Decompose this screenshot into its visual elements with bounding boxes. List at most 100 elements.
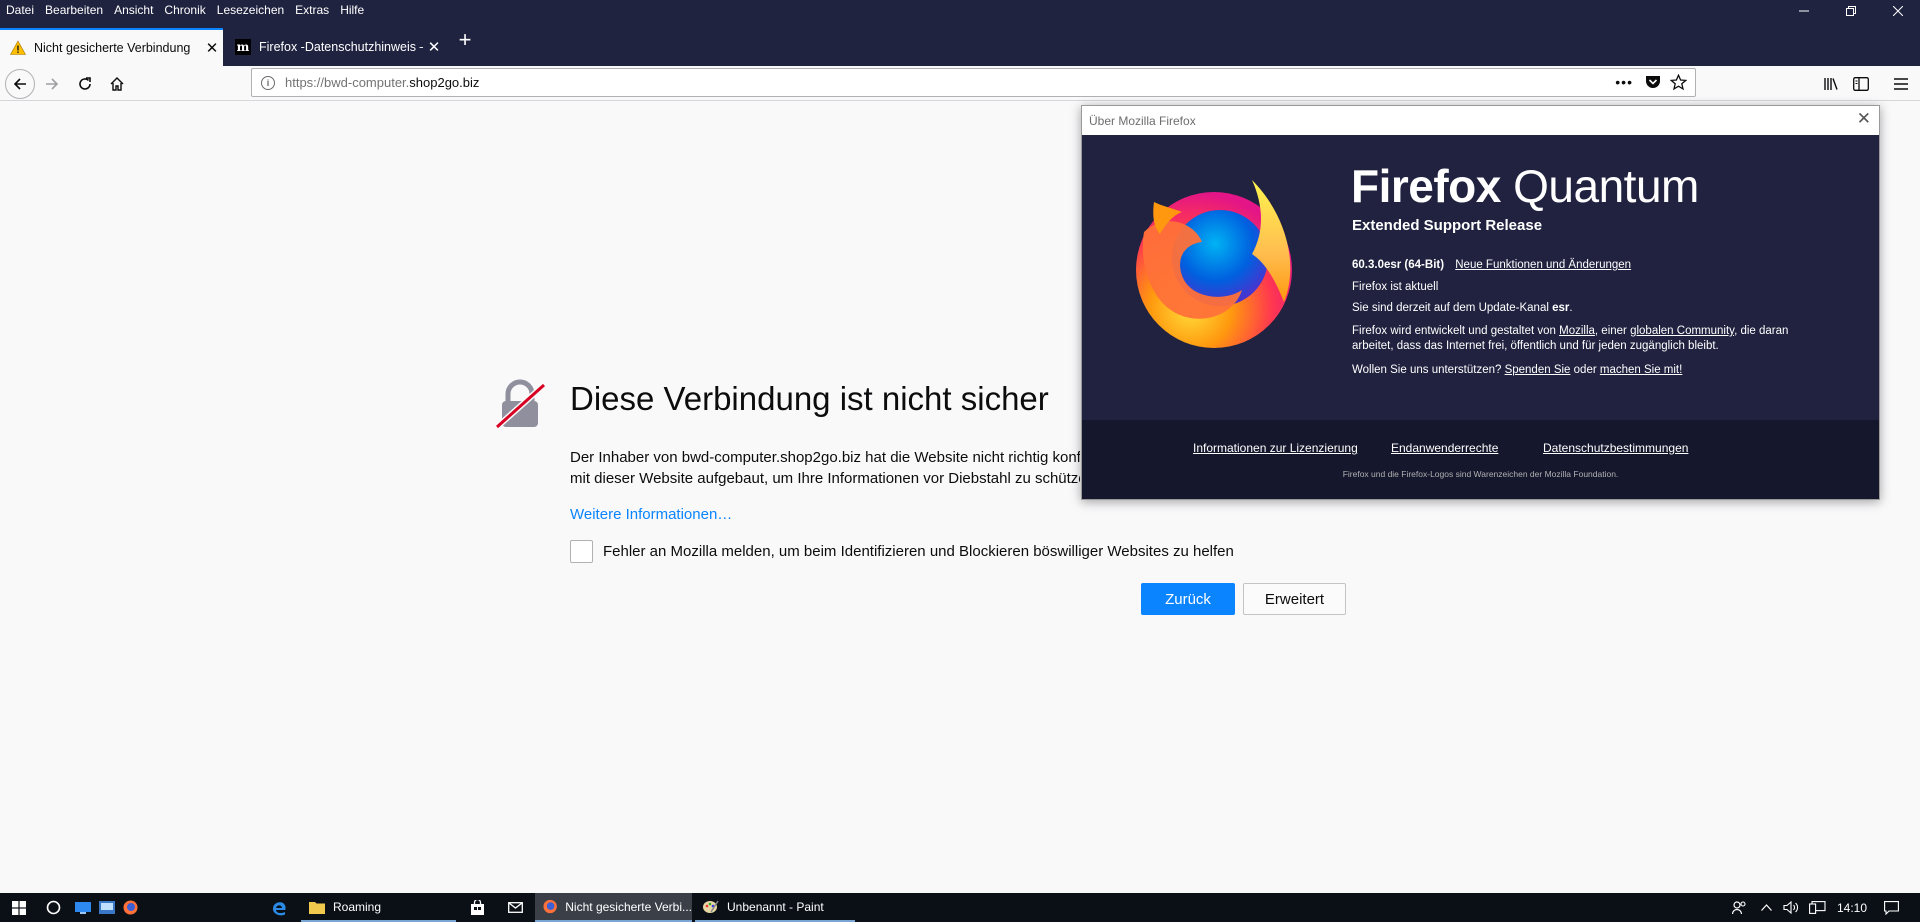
dialog-close-icon[interactable]: ✕	[1857, 109, 1871, 129]
speaker-icon	[1783, 901, 1798, 914]
forward-button[interactable]	[38, 70, 66, 98]
home-button[interactable]	[103, 70, 131, 98]
error-title: Diese Verbindung ist nicht sicher	[570, 380, 1049, 417]
report-checkbox[interactable]	[570, 540, 593, 563]
tab-close-icon[interactable]: ✕	[201, 39, 223, 57]
reload-icon	[79, 77, 91, 90]
menu-ansicht[interactable]: Ansicht	[114, 3, 153, 17]
folder-icon	[309, 901, 325, 914]
control-panel-pinned[interactable]	[96, 893, 118, 922]
trademark-notice: Firefox und die Firefox-Logos sind Waren…	[1342, 469, 1619, 479]
close-window-button[interactable]	[1875, 0, 1920, 22]
plus-icon: +	[458, 27, 472, 52]
shopping-bag-icon	[470, 900, 484, 915]
back-button[interactable]	[5, 69, 35, 99]
menu-bearbeiten[interactable]: Bearbeiten	[45, 3, 103, 17]
community-line-2: arbeitet, dass das Internet frei, öffent…	[1352, 340, 1719, 352]
mozilla-link[interactable]: Mozilla	[1559, 325, 1595, 337]
privacy-policy-link[interactable]: Datenschutzbestimmungen	[1543, 441, 1688, 455]
taskview-pinned[interactable]	[72, 893, 94, 922]
cortana-button[interactable]	[40, 893, 66, 922]
dialog-titlebar[interactable]: Über Mozilla Firefox ✕	[1082, 106, 1879, 135]
learn-more-link[interactable]: Weitere Informationen…	[570, 506, 732, 523]
windows-logo-icon	[12, 900, 26, 915]
tab-title: Firefox -Datenschutzhinweis —	[259, 40, 423, 54]
about-firefox-dialog: Über Mozilla Firefox ✕ Firefox Quantum E…	[1081, 105, 1880, 500]
broken-lock-icon	[495, 379, 546, 430]
report-checkbox-label: Fehler an Mozilla melden, um beim Identi…	[603, 543, 1234, 560]
page-actions-icon[interactable]: •••	[1615, 74, 1633, 90]
network-button[interactable]	[1806, 893, 1828, 922]
bookmark-star-icon[interactable]	[1669, 73, 1688, 94]
monitor-icon	[75, 901, 91, 914]
people-button[interactable]	[1728, 893, 1750, 922]
pocket-icon[interactable]	[1645, 75, 1661, 93]
library-icon	[1824, 78, 1838, 90]
restore-button[interactable]	[1828, 0, 1873, 22]
taskbar-clock[interactable]: 14:10	[1832, 893, 1872, 922]
people-icon	[1731, 900, 1746, 914]
hamburger-menu-icon	[1894, 78, 1908, 90]
menu-datei[interactable]: Datei	[6, 3, 34, 17]
global-community-link[interactable]: globalen Community	[1630, 325, 1734, 337]
menu-button[interactable]	[1887, 70, 1915, 98]
action-center-button[interactable]	[1878, 893, 1904, 922]
version-line: 60.3.0esr (64-Bit) Neue Funktionen und Ä…	[1352, 256, 1631, 274]
firefox-logo-icon	[1136, 180, 1292, 348]
menu-extras[interactable]: Extras	[295, 3, 329, 17]
taskbar-app-paint[interactable]: Unbenannt - Paint	[695, 893, 855, 922]
url-text[interactable]: https://bwd-computer.shop2go.biz	[285, 75, 479, 90]
edge-pinned[interactable]	[268, 893, 290, 922]
go-back-button[interactable]: Zurück	[1141, 583, 1235, 615]
licensing-link[interactable]: Informationen zur Lizenzierung	[1193, 441, 1358, 455]
product-name: Firefox Quantum	[1351, 160, 1699, 212]
taskbar-app-roaming[interactable]: Roaming	[301, 893, 456, 922]
library-button[interactable]	[1817, 70, 1845, 98]
version-number: 60.3.0esr (64-Bit)	[1352, 259, 1445, 271]
network-icon	[1808, 901, 1826, 914]
menu-chronik[interactable]: Chronik	[164, 3, 205, 17]
end-user-rights-link[interactable]: Endanwenderrechte	[1391, 441, 1498, 455]
dialog-body: Firefox Quantum Extended Support Release…	[1082, 135, 1879, 420]
store-pinned[interactable]	[466, 893, 488, 922]
new-tab-button[interactable]: +	[453, 27, 477, 52]
show-hidden-icons-button[interactable]	[1756, 893, 1776, 922]
support-line: Wollen Sie uns unterstützen? Spenden Sie…	[1352, 364, 1683, 376]
volume-button[interactable]	[1780, 893, 1802, 922]
chevron-up-icon	[1760, 904, 1772, 911]
whats-new-link[interactable]: Neue Funktionen und Änderungen	[1455, 259, 1631, 271]
advanced-button[interactable]: Erweitert	[1243, 583, 1346, 615]
forward-arrow-icon	[46, 78, 59, 90]
menu-hilfe[interactable]: Hilfe	[340, 3, 364, 17]
tab-privacy-notice[interactable]: m Firefox -Datenschutzhinweis — ✕	[225, 28, 445, 66]
close-icon	[1892, 6, 1903, 16]
dialog-title: Über Mozilla Firefox	[1089, 114, 1196, 128]
mail-icon	[507, 902, 523, 913]
firefox-pinned[interactable]	[119, 893, 141, 922]
restore-icon	[1845, 6, 1856, 16]
minimize-button[interactable]	[1781, 0, 1826, 22]
sidebar-button[interactable]	[1847, 70, 1875, 98]
get-involved-link[interactable]: machen Sie mit!	[1600, 364, 1682, 376]
start-button[interactable]	[0, 893, 38, 922]
back-arrow-icon	[13, 78, 26, 90]
tab-insecure-connection[interactable]: Nicht gesicherte Verbindung ✕	[0, 28, 223, 66]
home-icon	[110, 77, 124, 91]
tab-close-icon[interactable]: ✕	[423, 38, 445, 56]
taskbar-app-firefox[interactable]: Nicht gesicherte Verbi...	[535, 893, 692, 922]
cortana-icon	[46, 900, 60, 915]
minimize-icon	[1798, 10, 1809, 12]
tab-title: Nicht gesicherte Verbindung	[34, 41, 191, 55]
warning-icon	[10, 40, 26, 56]
site-info-icon[interactable]: i	[261, 75, 275, 90]
firefox-icon	[543, 899, 557, 914]
windows-taskbar: Roaming Nicht gesicherte Verbi... Unbena…	[0, 893, 1920, 922]
menu-lesezeichen[interactable]: Lesezeichen	[217, 3, 284, 17]
mozilla-m-icon: m	[235, 39, 251, 55]
reload-button[interactable]	[71, 70, 99, 98]
notification-icon	[1883, 900, 1899, 915]
paint-icon	[703, 900, 719, 913]
mail-pinned[interactable]	[504, 893, 526, 922]
donate-link[interactable]: Spenden Sie	[1505, 364, 1571, 376]
url-bar[interactable]: i https://bwd-computer.shop2go.biz •••	[251, 68, 1696, 97]
